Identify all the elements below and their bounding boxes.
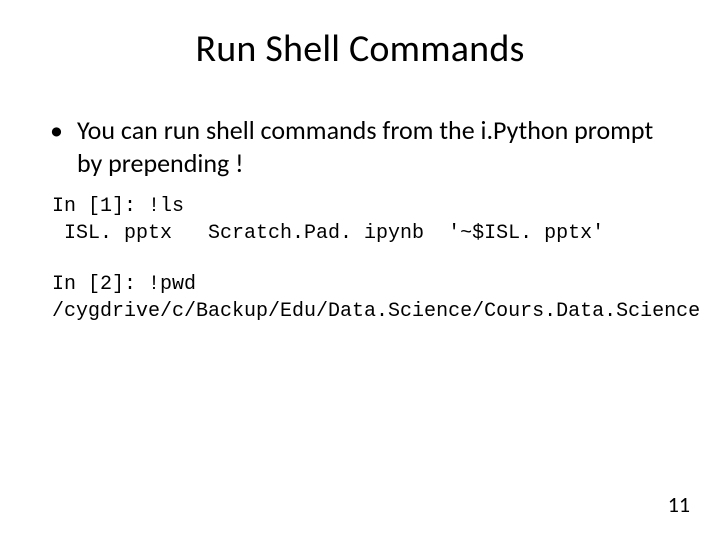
bullet-text: You can run shell commands from the i.Py… xyxy=(77,114,670,179)
page-number: 11 xyxy=(668,491,690,518)
slide-title: Run Shell Commands xyxy=(40,26,680,72)
code-block-1: In [1]: !ls ISL. pptx Scratch.Pad. ipynb… xyxy=(52,193,680,247)
bullet-dot-icon: • xyxy=(50,114,63,147)
code-line: In [2]: !pwd xyxy=(52,273,196,296)
code-line: /cygdrive/c/Backup/Edu/Data.Science/Cour… xyxy=(52,300,700,323)
slide: Run Shell Commands • You can run shell c… xyxy=(0,0,720,540)
bullet-item: • You can run shell commands from the i.… xyxy=(50,114,670,179)
bullet-block: • You can run shell commands from the i.… xyxy=(50,114,670,179)
code-line: ISL. pptx Scratch.Pad. ipynb '~$ISL. ppt… xyxy=(52,222,604,245)
code-gap xyxy=(40,247,680,269)
code-block-2: In [2]: !pwd /cygdrive/c/Backup/Edu/Data… xyxy=(52,271,680,325)
code-line: In [1]: !ls xyxy=(52,195,184,218)
